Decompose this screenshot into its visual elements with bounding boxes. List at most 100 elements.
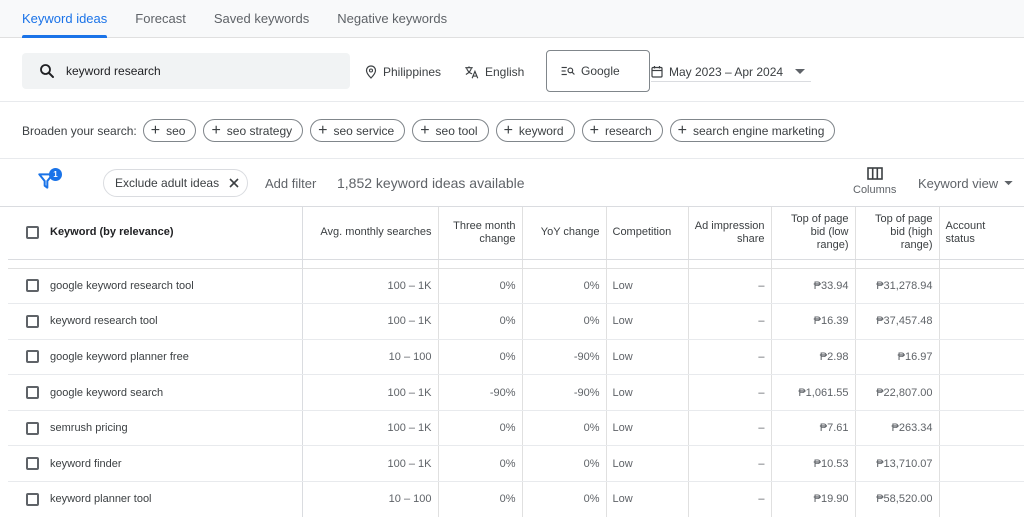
header-ad-impression-share[interactable]: Ad impression share	[688, 207, 772, 260]
account-status-cell	[939, 303, 1024, 340]
keyword-cell: keyword research tool	[44, 303, 303, 340]
select-all-checkbox[interactable]	[26, 226, 39, 240]
yoy-change-cell: 0%	[522, 410, 607, 447]
tab-saved-keywords[interactable]: Saved keywords	[200, 0, 323, 38]
header-keyword[interactable]: Keyword (by relevance)	[44, 207, 303, 260]
location-pin-icon	[365, 65, 377, 79]
chip-label: keyword	[518, 123, 564, 138]
add-filter-button[interactable]: Add filter	[265, 176, 316, 191]
bid-low-cell: ₱33.94	[771, 268, 856, 305]
bid-low-cell: ₱19.90	[771, 481, 856, 517]
plus-icon: +	[503, 121, 513, 139]
bid-high-cell: ₱22,807.00	[855, 374, 940, 411]
table-spacer-row	[8, 259, 1024, 269]
broaden-chip-search-engine-marketing[interactable]: + search engine marketing	[669, 119, 836, 142]
broaden-chip-seo-strategy[interactable]: + seo strategy	[203, 119, 304, 142]
tab-negative-keywords[interactable]: Negative keywords	[323, 0, 461, 38]
tab-keyword-ideas[interactable]: Keyword ideas	[8, 0, 121, 38]
header-bid-low[interactable]: Top of page bid (low range)	[771, 207, 856, 260]
row-checkbox-cell	[8, 374, 44, 411]
row-checkbox[interactable]	[26, 350, 39, 364]
account-status-cell	[939, 339, 1024, 376]
filter-row: 1 Exclude adult ideas Add filter 1,852 k…	[0, 160, 1024, 207]
keyword-view-selector[interactable]: Keyword view	[918, 176, 1013, 191]
table-row[interactable]: keyword research tool 100 – 1K 0% 0% Low – ₱16…	[8, 303, 1024, 340]
account-status-cell	[939, 481, 1024, 517]
row-checkbox[interactable]	[26, 457, 39, 471]
header-bid-high[interactable]: Top of page bid (high range)	[855, 207, 940, 260]
table-header-row: Keyword (by relevance) Avg. monthly sear…	[8, 207, 1024, 260]
yoy-change-cell: 0%	[522, 481, 607, 517]
plus-icon: +	[677, 121, 687, 139]
row-checkbox-cell	[8, 481, 44, 517]
broaden-chip-seo-tool[interactable]: + seo tool	[412, 119, 489, 142]
chip-label: research	[604, 123, 652, 138]
avg-monthly-searches-cell: 100 – 1K	[302, 374, 439, 411]
plus-icon: +	[150, 121, 161, 139]
filter-count-badge: 1	[49, 168, 62, 181]
broaden-chip-keyword[interactable]: + keyword	[495, 119, 575, 142]
row-checkbox-cell	[8, 268, 44, 305]
account-status-cell	[939, 268, 1024, 305]
yoy-change-cell: -90%	[522, 374, 607, 411]
plus-icon: +	[318, 121, 328, 139]
search-network-selector[interactable]: Google	[546, 50, 650, 92]
broaden-search-row: Broaden your search: + seo + seo strategy …	[0, 103, 1024, 159]
plus-icon: +	[589, 121, 599, 139]
three-month-change-cell: 0%	[438, 303, 523, 340]
bid-high-cell: ₱58,520.00	[855, 481, 940, 517]
header-avg-monthly-searches[interactable]: Avg. monthly searches	[302, 207, 439, 260]
columns-button[interactable]: Columns	[853, 167, 896, 196]
chip-label: seo service	[333, 123, 395, 138]
broaden-chip-seo[interactable]: + seo	[142, 119, 197, 142]
keyword-cell: semrush pricing	[44, 410, 303, 447]
search-network-icon	[561, 66, 575, 76]
search-box[interactable]	[22, 53, 350, 89]
ad-impression-share-cell: –	[688, 303, 772, 340]
exclude-adult-ideas-chip[interactable]: Exclude adult ideas	[103, 169, 249, 197]
language-selector[interactable]: English	[464, 65, 524, 79]
date-range-selector[interactable]: May 2023 – Apr 2024	[651, 62, 811, 82]
tab-forecast[interactable]: Forecast	[121, 0, 200, 38]
search-icon	[40, 64, 54, 78]
header-competition[interactable]: Competition	[606, 207, 689, 260]
row-checkbox[interactable]	[26, 314, 39, 328]
location-selector[interactable]: Philippines	[365, 65, 441, 79]
competition-cell: Low	[606, 268, 689, 305]
row-checkbox[interactable]	[26, 492, 39, 506]
chevron-down-icon	[1004, 181, 1013, 186]
search-settings-row: Philippines English Google May 2023 – Ap…	[0, 39, 1024, 102]
competition-cell: Low	[606, 303, 689, 340]
keyword-cell: keyword finder	[44, 445, 303, 483]
row-checkbox-cell	[8, 339, 44, 376]
bid-low-cell: ₱16.39	[771, 303, 856, 340]
table-row[interactable]: google keyword search 100 – 1K -90% -90% Low…	[8, 374, 1024, 411]
table-row[interactable]: keyword planner tool 10 – 100 0% 0% Low – ₱19.…	[8, 481, 1024, 517]
row-checkbox[interactable]	[26, 279, 39, 293]
select-all-cell	[8, 207, 44, 260]
row-checkbox[interactable]	[26, 421, 39, 435]
yoy-change-cell: -90%	[522, 339, 607, 376]
header-account-status[interactable]: Account status	[939, 207, 1024, 260]
broaden-chip-research[interactable]: + research	[581, 119, 663, 142]
search-input[interactable]	[66, 64, 326, 78]
table-row[interactable]: google keyword planner free 10 – 100 0% -90…	[8, 339, 1024, 376]
table-row[interactable]: keyword finder 100 – 1K 0% 0% Low – ₱10.53 ₱13,…	[8, 445, 1024, 483]
tab-bar: Keyword ideas Forecast Saved keywords Ne…	[0, 0, 1024, 38]
table-row[interactable]: semrush pricing 100 – 1K 0% 0% Low – ₱7.61 ₱263…	[8, 410, 1024, 447]
bid-high-cell: ₱13,710.07	[855, 445, 940, 483]
table-row[interactable]: google keyword research tool 100 – 1K 0% 0%…	[8, 268, 1024, 305]
broaden-chip-seo-service[interactable]: + seo service	[310, 119, 406, 142]
avg-monthly-searches-cell: 10 – 100	[302, 339, 439, 376]
close-icon[interactable]	[229, 178, 239, 188]
account-status-cell	[939, 410, 1024, 447]
bid-low-cell: ₱10.53	[771, 445, 856, 483]
competition-cell: Low	[606, 445, 689, 483]
avg-monthly-searches-cell: 100 – 1K	[302, 445, 439, 483]
header-three-month-change[interactable]: Three month change	[438, 207, 523, 260]
row-checkbox[interactable]	[26, 386, 39, 400]
ad-impression-share-cell: –	[688, 481, 772, 517]
header-yoy-change[interactable]: YoY change	[522, 207, 607, 260]
bid-low-cell: ₱7.61	[771, 410, 856, 447]
chip-label: seo	[166, 123, 186, 138]
